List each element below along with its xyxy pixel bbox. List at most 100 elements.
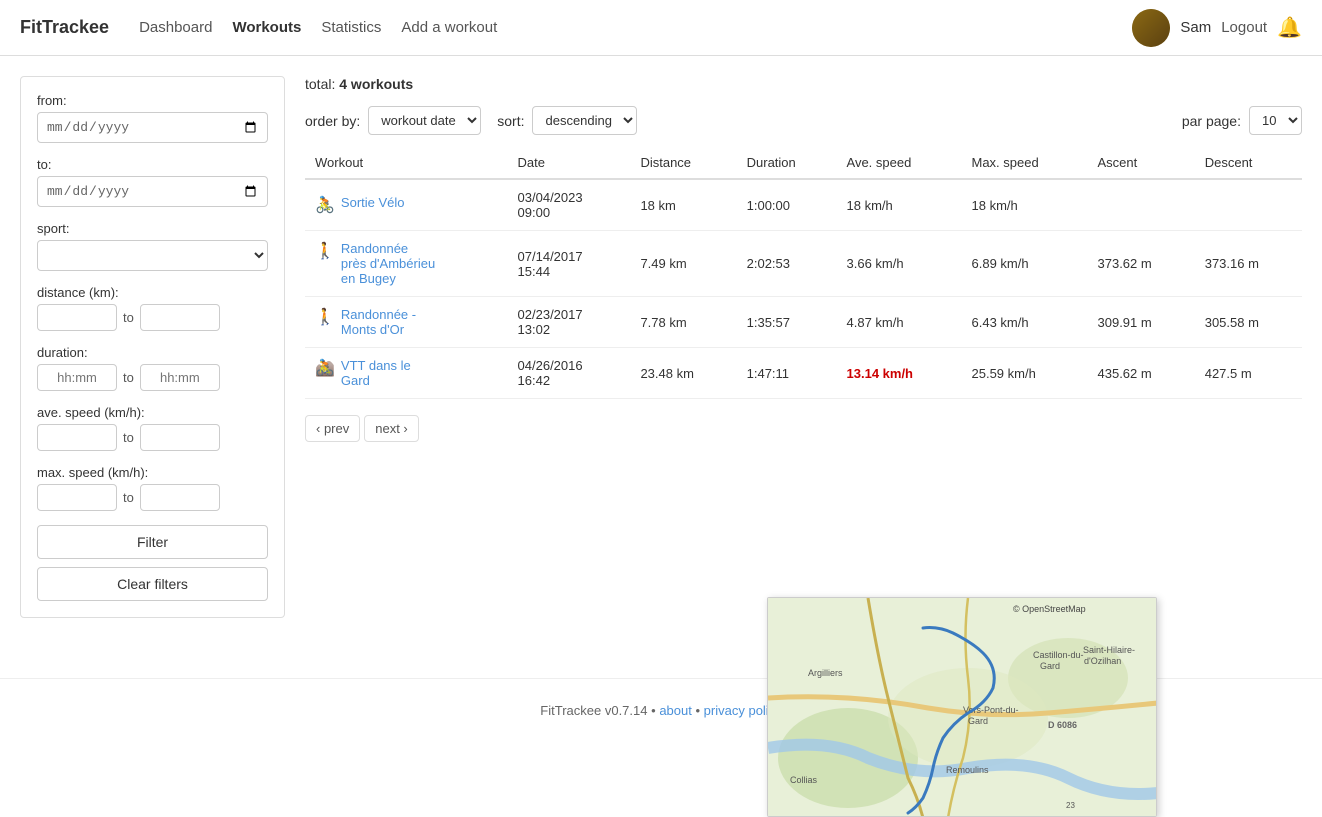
clear-filters-button[interactable]: Clear filters <box>37 567 268 601</box>
workout-link-2[interactable]: Randonnéeprès d'Ambérieuen Bugey <box>341 241 435 286</box>
workout-date-4: 04/26/201616:42 <box>508 348 631 399</box>
from-date-input[interactable] <box>46 119 259 136</box>
table-body: 🚴 Sortie Vélo 03/04/202309:00 18 km 1:00… <box>305 179 1302 399</box>
next-page-button[interactable]: next › <box>364 415 419 442</box>
distance-sep: to <box>123 310 134 325</box>
max-speed-sep: to <box>123 490 134 505</box>
footer-about-link[interactable]: about <box>659 703 692 718</box>
main-layout: from: to: sport: Cycling Hiking Running … <box>0 56 1322 638</box>
ave-speed-from-input[interactable] <box>37 424 117 451</box>
nav-add-workout[interactable]: Add a workout <box>401 19 497 36</box>
filter-button[interactable]: Filter <box>37 525 268 559</box>
ave-speed-range: to <box>37 424 268 451</box>
per-page-select[interactable]: 10 20 50 <box>1249 106 1302 135</box>
sport-section: sport: Cycling Hiking Running <box>37 221 268 271</box>
workout-distance-4: 23.48 km <box>630 348 736 399</box>
controls-bar: order by: workout date date distance dur… <box>305 106 1302 135</box>
workout-ascent-1 <box>1088 179 1195 231</box>
workout-date-3: 02/23/201713:02 <box>508 297 631 348</box>
from-label: from: <box>37 93 268 108</box>
distance-to-input[interactable] <box>140 304 220 331</box>
max-speed-from-input[interactable] <box>37 484 117 511</box>
per-page-label: par page: <box>1182 113 1241 129</box>
workout-max-speed-2: 6.89 km/h <box>962 231 1088 297</box>
workout-name-cell: 🚴 Sortie Vélo <box>305 179 508 231</box>
to-date-input[interactable] <box>46 183 259 200</box>
col-date: Date <box>508 147 631 179</box>
workout-link-1[interactable]: Sortie Vélo <box>341 195 405 210</box>
table-row: 🚶 Randonnée -Monts d'Or 02/23/201713:02 … <box>305 297 1302 348</box>
navbar: FitTrackee Dashboard Workouts Statistics… <box>0 0 1322 56</box>
to-date-wrapper <box>37 176 268 207</box>
prev-page-button[interactable]: ‹ prev <box>305 415 360 442</box>
workout-ascent-3: 309.91 m <box>1088 297 1195 348</box>
avatar[interactable] <box>1132 9 1170 47</box>
logout-link[interactable]: Logout <box>1221 19 1267 36</box>
max-speed-section: max. speed (km/h): to <box>37 465 268 511</box>
workout-descent-2: 373.16 m <box>1195 231 1302 297</box>
order-by-group: order by: workout date date distance dur… <box>305 106 481 135</box>
to-section: to: <box>37 157 268 207</box>
duration-sep: to <box>123 370 134 385</box>
workout-name-cell: 🚶 Randonnée -Monts d'Or <box>305 297 508 348</box>
workout-ave-speed-3: 4.87 km/h <box>837 297 962 348</box>
max-speed-range: to <box>37 484 268 511</box>
col-descent: Descent <box>1195 147 1302 179</box>
workout-ave-speed-2: 3.66 km/h <box>837 231 962 297</box>
map-container: Argilliers Vers-Pont-du- Gard Castillon-… <box>768 598 1156 816</box>
workout-max-speed-3: 6.43 km/h <box>962 297 1088 348</box>
table-row: 🚴 Sortie Vélo 03/04/202309:00 18 km 1:00… <box>305 179 1302 231</box>
workout-link-3[interactable]: Randonnée -Monts d'Or <box>341 307 416 337</box>
svg-text:Gard: Gard <box>1040 661 1060 671</box>
workout-distance-3: 7.78 km <box>630 297 736 348</box>
sport-cycling-icon: 🚴 <box>315 195 335 215</box>
svg-text:Castillon-du-: Castillon-du- <box>1033 650 1084 660</box>
col-distance: Distance <box>630 147 736 179</box>
filter-sidebar: from: to: sport: Cycling Hiking Running … <box>20 76 285 618</box>
header-row: Workout Date Distance Duration Ave. spee… <box>305 147 1302 179</box>
distance-from-input[interactable] <box>37 304 117 331</box>
ave-speed-label: ave. speed (km/h): <box>37 405 268 420</box>
workout-descent-4: 427.5 m <box>1195 348 1302 399</box>
sport-select[interactable]: Cycling Hiking Running <box>37 240 268 271</box>
sport-hiking2-icon: 🚶 <box>315 307 335 327</box>
avatar-image <box>1132 9 1170 47</box>
sort-group: sort: descending ascending <box>497 106 637 135</box>
ave-speed-to-input[interactable] <box>140 424 220 451</box>
max-speed-to-input[interactable] <box>140 484 220 511</box>
content-wrapper: Workout Date Distance Duration Ave. spee… <box>305 147 1302 399</box>
footer-dot2: • <box>695 703 700 718</box>
workout-date-2: 07/14/201715:44 <box>508 231 631 297</box>
sport-label: sport: <box>37 221 268 236</box>
nav-right: Sam Logout 🔔 <box>1132 9 1302 47</box>
order-by-select[interactable]: workout date date distance duration ave.… <box>368 106 481 135</box>
sort-select[interactable]: descending ascending <box>532 106 637 135</box>
workout-date-1: 03/04/202309:00 <box>508 179 631 231</box>
svg-text:Argilliers: Argilliers <box>808 668 843 678</box>
notifications-icon[interactable]: 🔔 <box>1277 15 1302 40</box>
duration-to-input[interactable] <box>140 364 220 391</box>
svg-text:Collias: Collias <box>790 775 818 785</box>
sport-mtb-icon: 🚵 <box>315 358 335 378</box>
nav-statistics[interactable]: Statistics <box>321 19 381 36</box>
distance-section: distance (km): to <box>37 285 268 331</box>
svg-text:d'Ozilhan: d'Ozilhan <box>1084 656 1121 666</box>
workout-name-cell: 🚵 VTT dans leGard <box>305 348 508 399</box>
duration-label: duration: <box>37 345 268 360</box>
duration-from-input[interactable] <box>37 364 117 391</box>
workout-descent-1 <box>1195 179 1302 231</box>
nav-workouts[interactable]: Workouts <box>232 19 301 36</box>
nav-dashboard[interactable]: Dashboard <box>139 19 212 36</box>
workout-duration-3: 1:35:57 <box>737 297 837 348</box>
nav-links: Dashboard Workouts Statistics Add a work… <box>139 19 1132 36</box>
workout-ascent-2: 373.62 m <box>1088 231 1195 297</box>
brand-logo[interactable]: FitTrackee <box>20 17 109 38</box>
pagination: ‹ prev next › <box>305 415 1302 442</box>
distance-range: to <box>37 304 268 331</box>
workout-link-4[interactable]: VTT dans leGard <box>341 358 411 388</box>
workout-ave-speed-1: 18 km/h <box>837 179 962 231</box>
max-speed-label: max. speed (km/h): <box>37 465 268 480</box>
total-value: 4 workouts <box>339 76 413 92</box>
workout-ascent-4: 435.62 m <box>1088 348 1195 399</box>
workouts-table: Workout Date Distance Duration Ave. spee… <box>305 147 1302 399</box>
